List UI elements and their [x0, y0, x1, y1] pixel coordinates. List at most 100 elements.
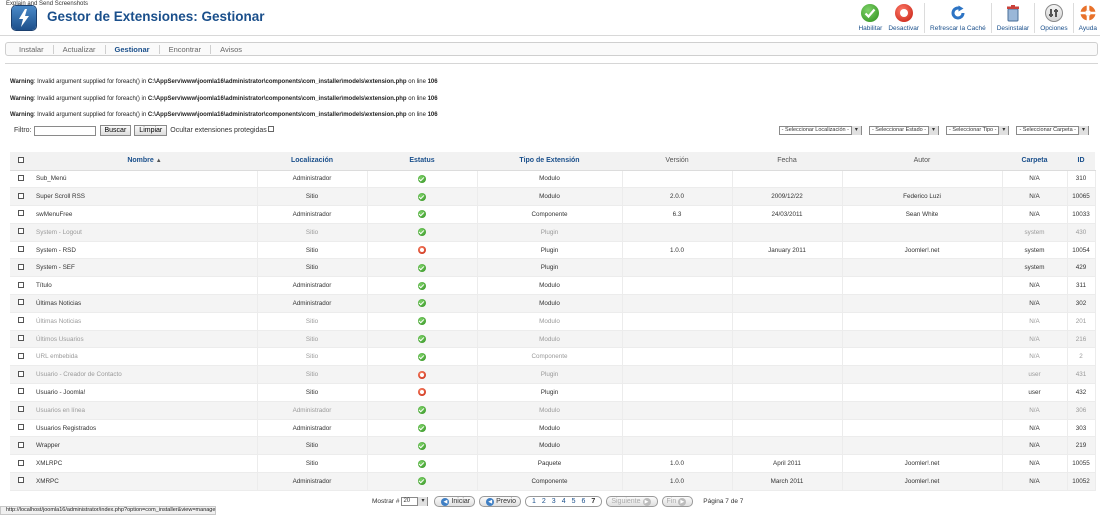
row-checkbox[interactable] [18, 424, 24, 431]
page-number-link[interactable]: 1 [532, 498, 536, 505]
row-checkbox[interactable] [18, 477, 24, 484]
tab-discover[interactable]: Encontrar [160, 44, 212, 54]
column-header-date[interactable]: Fecha [732, 152, 842, 171]
page-number-link[interactable]: 4 [562, 498, 566, 505]
extension-name[interactable]: System - SEF [32, 258, 258, 278]
page-size-select[interactable]: 20 [401, 497, 429, 506]
tab-install[interactable]: Instalar [15, 44, 54, 54]
enabled-status-icon[interactable] [418, 424, 426, 433]
row-checkbox[interactable] [18, 281, 24, 288]
row-checkbox[interactable] [18, 210, 24, 217]
row-checkbox[interactable] [18, 335, 24, 342]
disabled-status-icon[interactable] [418, 370, 426, 379]
enabled-status-icon[interactable] [418, 459, 426, 468]
enabled-status-icon[interactable] [418, 192, 426, 201]
enabled-status-icon[interactable] [418, 228, 426, 237]
extension-name[interactable]: Últimas Noticias [32, 294, 258, 313]
extension-name[interactable]: System - RSD [32, 241, 258, 260]
enabled-status-icon[interactable] [418, 299, 426, 308]
row-checkbox[interactable] [18, 263, 24, 270]
extension-name[interactable]: Usuarios Registrados [32, 419, 258, 438]
row-checkbox[interactable] [18, 352, 24, 359]
extension-version [622, 401, 733, 420]
extension-name[interactable]: Sub_Menú [32, 170, 258, 189]
row-checkbox[interactable] [18, 299, 24, 306]
column-header-location[interactable]: Localización [257, 152, 367, 171]
page-number-link[interactable]: 5 [572, 498, 576, 505]
enable-button[interactable]: Habilitar [855, 2, 885, 34]
disable-button[interactable]: Desactivar [885, 2, 922, 34]
column-header-folder[interactable]: Carpeta [1002, 152, 1067, 171]
extension-name[interactable]: XMLRPC [32, 454, 258, 474]
extension-name[interactable]: Últimos Usuarios [32, 330, 258, 349]
hide-protected-checkbox[interactable] [267, 125, 274, 132]
location-select[interactable]: - Seleccionar Localización - [778, 126, 862, 135]
folder-select[interactable]: - Seleccionar Carpeta - [1016, 126, 1089, 135]
tab-update[interactable]: Actualizar [54, 44, 106, 54]
extension-name[interactable]: System - Logout [32, 223, 258, 242]
row-checkbox[interactable] [18, 441, 24, 448]
refresh-cache-button[interactable]: Refrescar la Caché [927, 2, 989, 34]
clear-button[interactable]: Limpiar [134, 125, 168, 136]
row-checkbox[interactable] [18, 406, 24, 413]
row-checkbox[interactable] [18, 317, 24, 324]
next-page-button[interactable]: Siguiente ▶ [606, 496, 658, 507]
search-button[interactable]: Buscar [99, 125, 132, 136]
extension-name[interactable]: Wrapper [32, 436, 258, 456]
extension-name[interactable]: Usuario - Joomla! [32, 383, 258, 402]
column-header-id[interactable]: ID [1067, 152, 1095, 171]
enabled-status-icon[interactable] [418, 352, 426, 361]
select-all-checkbox[interactable] [18, 156, 24, 163]
enabled-status-icon[interactable] [418, 210, 426, 219]
row-checkbox-cell [10, 419, 32, 438]
row-checkbox[interactable] [18, 174, 24, 181]
extension-name[interactable]: Usuario - Creador de Contacto [32, 365, 258, 385]
enabled-status-icon[interactable] [418, 317, 426, 326]
extension-name[interactable]: Super Scroll RSS [32, 187, 258, 207]
page-number-link[interactable]: 3 [552, 498, 556, 505]
row-checkbox[interactable] [18, 459, 24, 466]
column-header-status[interactable]: Estatus [367, 152, 477, 171]
filter-search-input[interactable] [33, 125, 96, 136]
row-checkbox[interactable] [18, 388, 24, 395]
tab-manage[interactable]: Gestionar [106, 44, 160, 54]
uninstall-button[interactable]: Desinstalar [994, 2, 1033, 34]
row-checkbox[interactable] [18, 246, 24, 253]
extension-author: Sean White [842, 205, 1003, 224]
enabled-status-icon[interactable] [418, 477, 426, 486]
help-button[interactable]: Ayuda [1076, 2, 1100, 34]
enabled-status-icon[interactable] [418, 441, 426, 450]
page-number-link[interactable]: 6 [582, 498, 586, 505]
extension-name[interactable]: Últimas Noticias [32, 312, 258, 331]
enabled-status-icon[interactable] [418, 335, 426, 344]
last-page-button[interactable]: Fin ▶ [661, 496, 694, 507]
first-page-button[interactable]: ◀ Iniciar [434, 496, 476, 507]
status-select[interactable]: - Seleccionar Estado - [868, 126, 940, 135]
extension-date: April 2011 [732, 454, 843, 474]
column-header-name[interactable]: Nombre ▲ [32, 152, 257, 171]
tab-warnings[interactable]: Avisos [211, 45, 251, 54]
extension-name[interactable]: URL embebida [32, 347, 258, 367]
disabled-status-icon[interactable] [418, 246, 426, 255]
column-header-version[interactable]: Versión [622, 152, 732, 171]
enabled-status-icon[interactable] [418, 281, 426, 290]
type-select[interactable]: - Seleccionar Tipo - [946, 126, 1010, 135]
column-header-author[interactable]: Autor [842, 152, 1002, 171]
enabled-status-icon[interactable] [418, 406, 426, 415]
options-button[interactable]: Opciones [1037, 2, 1070, 34]
disabled-status-icon[interactable] [418, 388, 426, 397]
enabled-status-icon[interactable] [418, 263, 426, 272]
page-number-link[interactable]: 7 [591, 498, 595, 505]
enabled-status-icon[interactable] [418, 174, 426, 183]
row-checkbox[interactable] [18, 228, 24, 235]
column-header-type[interactable]: Tipo de Extensión [477, 152, 622, 171]
extension-name[interactable]: Usuarios en línea [32, 401, 258, 420]
row-checkbox[interactable] [18, 370, 24, 377]
prev-page-button[interactable]: ◀ Previo [479, 496, 521, 507]
page-number-link[interactable]: 2 [542, 498, 546, 505]
extension-date [732, 383, 843, 402]
extension-name[interactable]: swMenuFree [32, 205, 258, 224]
row-checkbox[interactable] [18, 192, 24, 199]
extension-name[interactable]: XMRPC [32, 472, 258, 491]
extension-name[interactable]: Título [32, 276, 258, 296]
